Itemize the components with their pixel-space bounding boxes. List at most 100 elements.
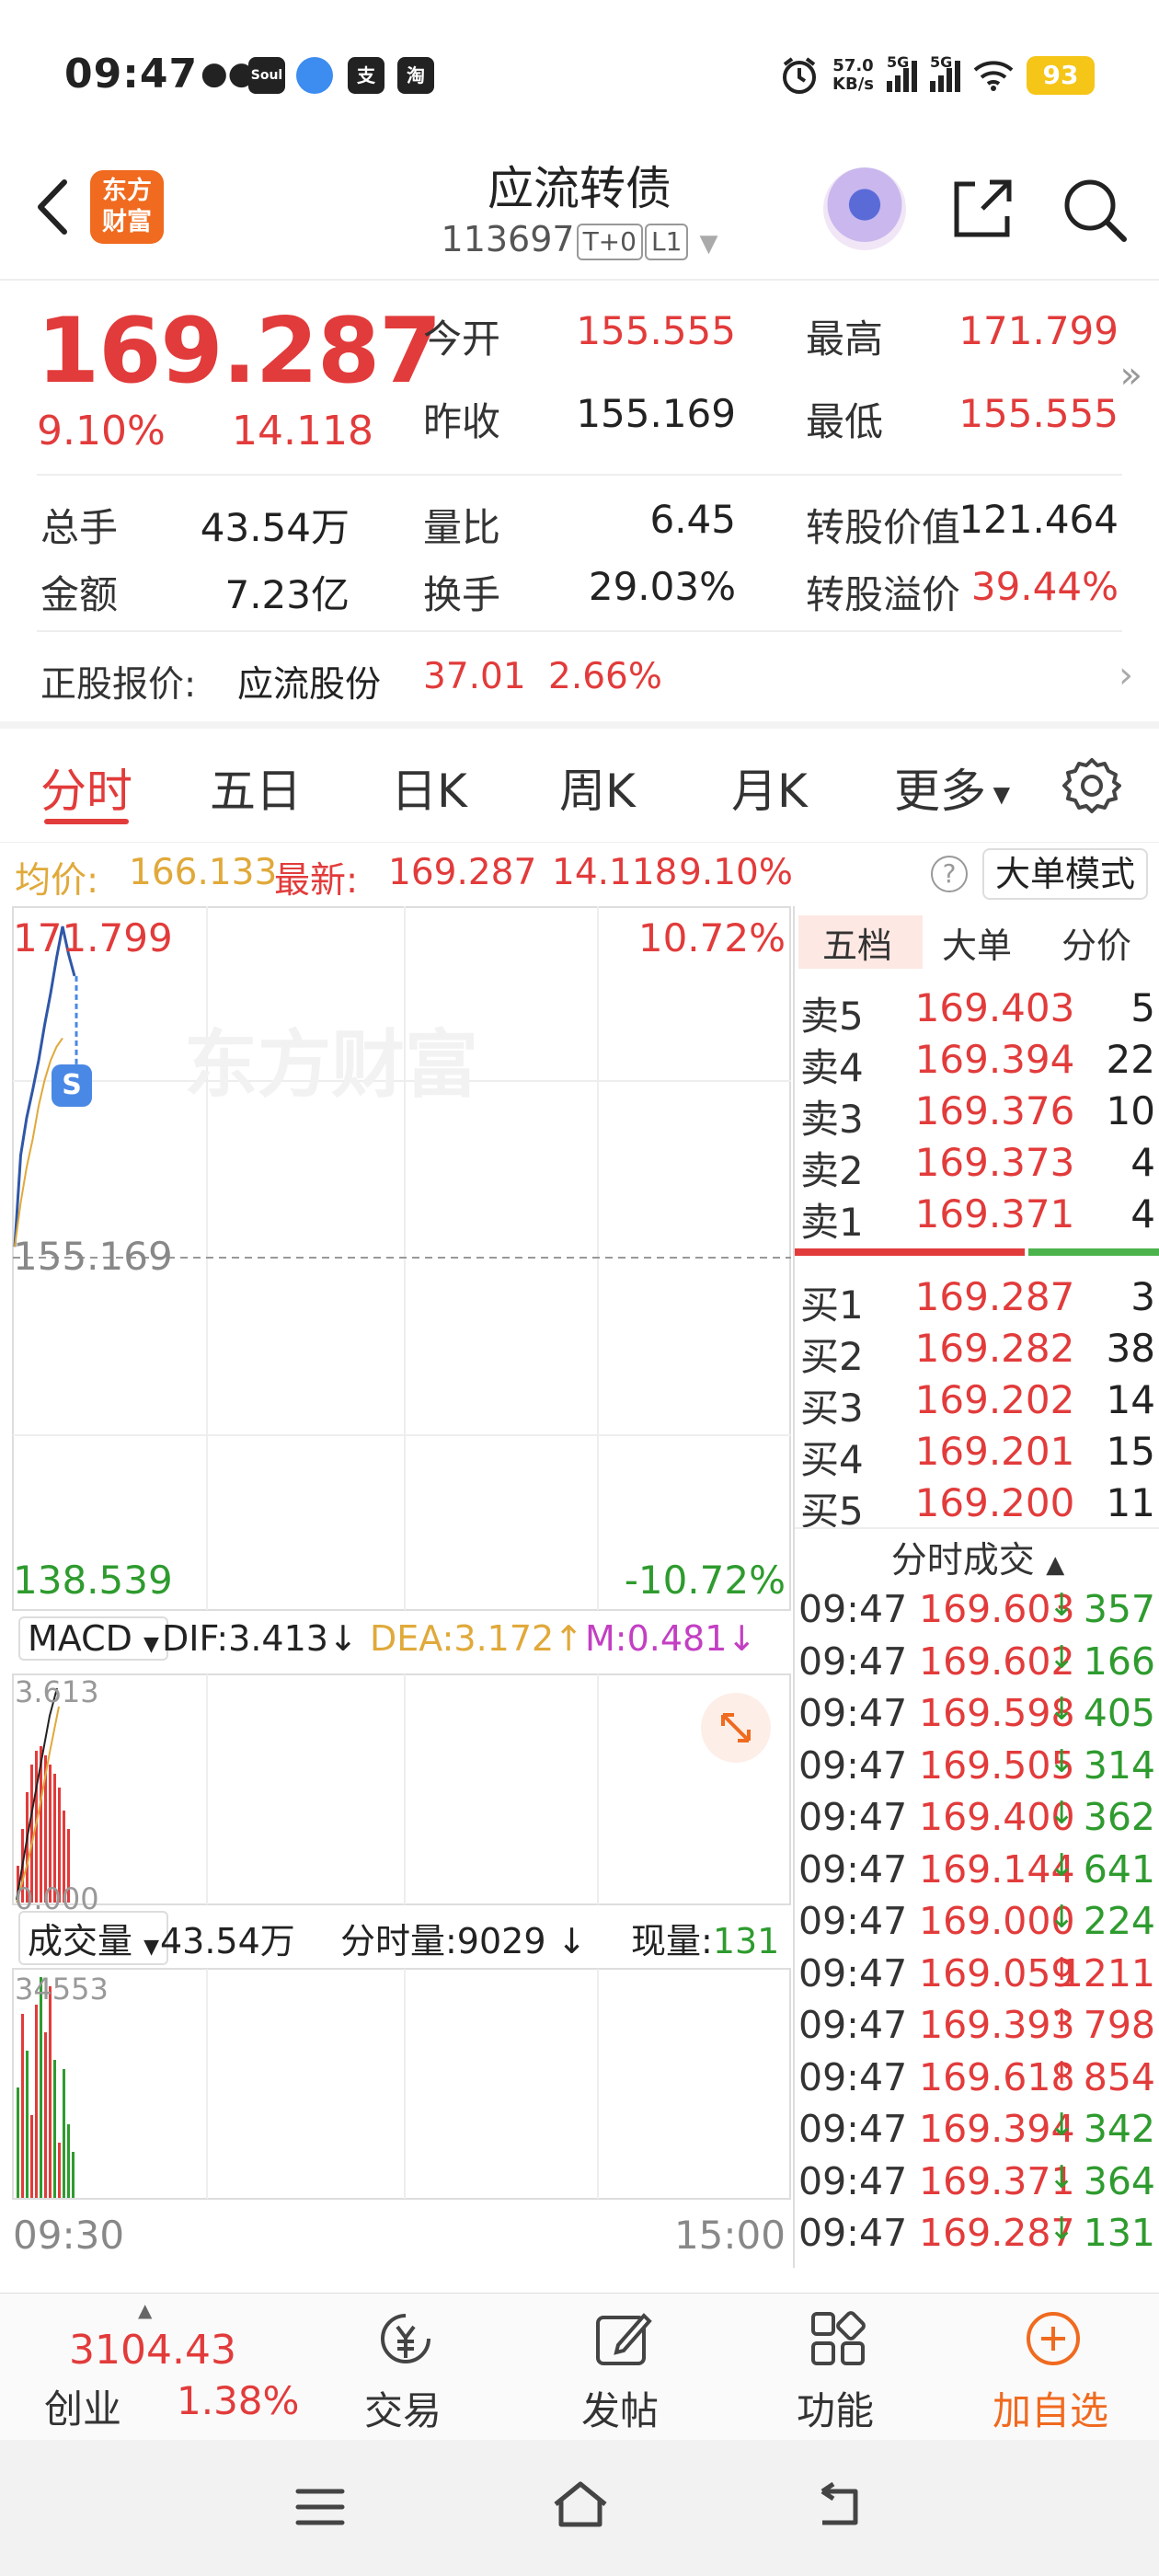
- macd-selector[interactable]: MACD ▼: [18, 1616, 168, 1661]
- tab-big-orders[interactable]: 大单: [942, 917, 1012, 968]
- volume-value: 43.54万: [200, 505, 350, 550]
- volume-bar: [40, 1977, 42, 2198]
- dropdown-triangle-icon: ▼: [143, 1936, 160, 1959]
- bid-volume: 11: [1106, 1480, 1155, 1525]
- trade-row: 09:47 169.603 ↓ 357: [795, 1587, 1159, 1639]
- underlying-name: 应流股份: [237, 664, 382, 706]
- latest-change: 14.118: [552, 852, 678, 893]
- status-time: 09:47: [64, 51, 199, 98]
- open-label: 今开: [423, 316, 501, 362]
- index-ticker[interactable]: ▲ 3104.43 创业 1.38%: [0, 2294, 304, 2441]
- tab-monthly-k[interactable]: 月K: [731, 754, 808, 821]
- bid-volume: 3: [1130, 1274, 1155, 1319]
- amount-label: 金额: [40, 572, 119, 617]
- tab-more-label: 更多: [894, 765, 986, 818]
- ask-row: 卖2 169.373 4: [795, 1140, 1159, 1193]
- ask-volume: 10: [1106, 1088, 1155, 1133]
- latest-value: 169.287: [388, 852, 537, 893]
- trade-time: 09:47: [798, 1587, 908, 1631]
- big-order-mode-button[interactable]: 大单模式: [982, 848, 1148, 900]
- arrow-down-icon: ↓: [327, 1618, 358, 1659]
- volume-period: 分时量:9029 ↓: [340, 1913, 586, 1963]
- expand-arrows-icon: [721, 1713, 751, 1742]
- post-button[interactable]: 发帖: [546, 2294, 694, 2441]
- high-label: 最高: [806, 316, 884, 362]
- menu-icon[interactable]: [293, 2484, 348, 2530]
- trade-row: 09:47 169.598 ↓ 405: [795, 1691, 1159, 1742]
- stock-header: 东方 财富 应流转债 113697 T+0 L1 ▼: [0, 147, 1159, 281]
- tab-price-distribution[interactable]: 分价: [1061, 917, 1131, 968]
- help-icon[interactable]: ?: [931, 856, 968, 892]
- trade-time: 09:47: [798, 2158, 908, 2203]
- tab-intraday[interactable]: 分时: [40, 754, 132, 821]
- ask-price: 169.403: [914, 985, 1075, 1030]
- index-percent: 1.38%: [177, 2378, 300, 2423]
- volume-bar: [58, 2143, 61, 2198]
- bid-price: 169.282: [914, 1326, 1075, 1371]
- time-start-label: 09:30: [13, 2213, 125, 2258]
- trade-volume: 362: [1083, 1795, 1155, 1839]
- bid-level-label: 买3: [800, 1386, 864, 1431]
- battery-indicator: 93: [1027, 56, 1095, 95]
- macd-top-label: 3.613: [15, 1674, 99, 1709]
- functions-button[interactable]: 功能: [762, 2294, 909, 2441]
- gear-icon[interactable]: [1062, 756, 1121, 815]
- volume-now-label: 现量:: [631, 1921, 713, 1961]
- search-icon[interactable]: [1058, 173, 1131, 247]
- ai-assistant-avatar[interactable]: [823, 167, 906, 250]
- expand-chart-icon[interactable]: [701, 1693, 771, 1763]
- trade-direction-icon: ↓: [1049, 1795, 1075, 1832]
- avg-label: 均价:: [15, 860, 99, 902]
- trades-title[interactable]: 分时成交 ▲: [795, 1532, 1159, 1583]
- volume-bar: [63, 2069, 65, 2198]
- dropdown-triangle-icon: ▼: [986, 781, 1011, 808]
- volume-selector-label: 成交量: [28, 1921, 133, 1961]
- volume-selector[interactable]: 成交量 ▼: [18, 1911, 169, 1965]
- chart-low-label: 138.539: [13, 1558, 173, 1603]
- volume-bar: [21, 2014, 24, 2198]
- volume-header: 成交量 ▼ 43.54万 分时量:9029 ↓ 现量:131: [13, 1907, 791, 1965]
- signal-icon-2: 5G: [930, 53, 960, 92]
- tab-daily-k[interactable]: 日K: [391, 754, 467, 821]
- tab-weekly-k[interactable]: 周K: [559, 754, 636, 821]
- trade-row: 09:47 169.505 ↓ 314: [795, 1743, 1159, 1795]
- trade-button[interactable]: 交易: [329, 2294, 476, 2441]
- tab-five-levels[interactable]: 五档: [822, 917, 892, 968]
- l1-tag: L1: [644, 223, 689, 260]
- macd-header: MACD ▼ DIF:3.413↓ DEA:3.172↑ M:0.481↓: [13, 1613, 791, 1668]
- trade-row: 09:47 169.394 ↓ 342: [795, 2107, 1159, 2158]
- dropdown-triangle-icon: ▼: [699, 230, 718, 258]
- change-percent: 9.10%: [37, 408, 166, 454]
- ask-row: 卖5 169.403 5: [795, 985, 1159, 1039]
- trade-volume: 1211: [1059, 1950, 1155, 1995]
- expand-chevron-icon[interactable]: »: [1120, 354, 1142, 397]
- trade-volume: 364: [1083, 2158, 1155, 2203]
- chart-high-percent: 10.72%: [637, 915, 786, 960]
- tab-more[interactable]: 更多 ▼: [894, 754, 1010, 821]
- trade-time: 09:47: [798, 1899, 908, 1943]
- bid-row: 买1 169.287 3: [795, 1274, 1159, 1328]
- volume-period-value: 分时量:9029: [340, 1921, 546, 1961]
- tab-five-day[interactable]: 五日: [210, 754, 302, 821]
- alipay-icon: 支: [348, 57, 384, 94]
- event-marker-icon[interactable]: S: [52, 1064, 92, 1107]
- home-icon[interactable]: [548, 2477, 613, 2532]
- conversion-premium-value: 39.44%: [970, 564, 1119, 609]
- arrow-down-icon: ↓: [727, 1618, 757, 1659]
- turnover-value: 29.03%: [588, 564, 736, 609]
- amount-value: 7.23亿: [224, 572, 350, 617]
- ask-volume: 5: [1130, 985, 1155, 1030]
- intraday-chart[interactable]: 东方财富 171.799 10.72% 155.169 138.539 -10.…: [0, 906, 791, 2268]
- volume-bar: [67, 2124, 70, 2198]
- add-watchlist-label: 加自选: [992, 2388, 1108, 2433]
- macd-dea-value: DEA:3.172: [370, 1618, 555, 1659]
- underlying-stock-row[interactable]: 正股报价: 应流股份 37.01 2.66% ›: [0, 638, 1159, 720]
- back-icon[interactable]: [809, 2480, 865, 2532]
- stock-code: 113697: [441, 219, 575, 259]
- share-icon[interactable]: [947, 175, 1016, 244]
- index-name: 创业: [44, 2386, 122, 2432]
- add-watchlist-button[interactable]: 加自选: [977, 2294, 1124, 2441]
- volume-bar: [17, 2087, 19, 2198]
- chart-low-percent: -10.72%: [624, 1558, 786, 1603]
- trade-row: 09:47 169.618 ↑ 854: [795, 2055, 1159, 2107]
